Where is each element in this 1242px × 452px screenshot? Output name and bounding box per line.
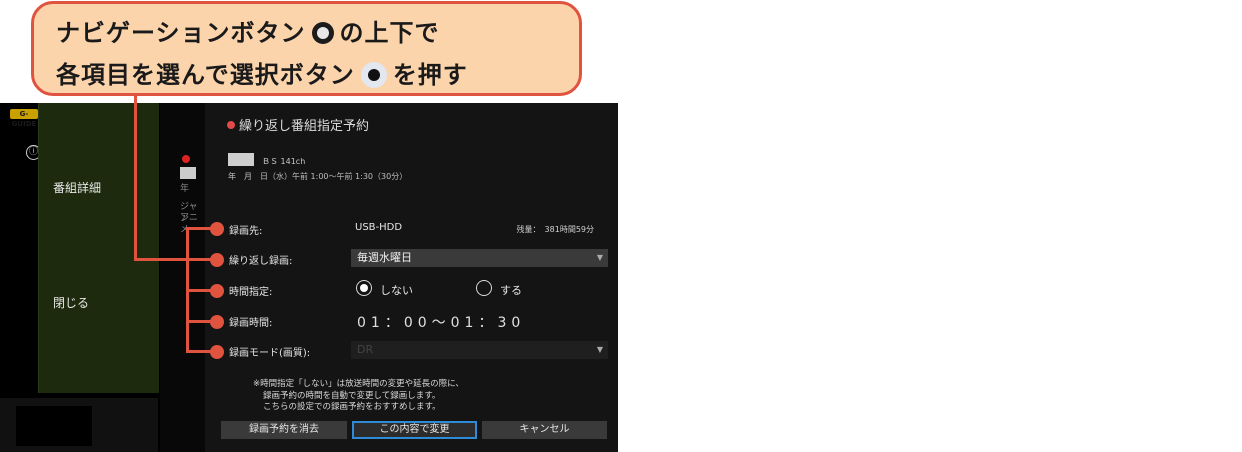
broadcast-date: 年 月 日（水）午前 1:00〜午前 1:30（30分）: [228, 172, 408, 181]
delete-reservation-button[interactable]: 録画予約を消去: [221, 421, 347, 439]
menu-item-program-detail[interactable]: 番組詳細: [53, 179, 101, 196]
navigation-button-icon: [311, 22, 334, 44]
radio-label-yes: する: [500, 284, 522, 297]
background-program-info: 年 ジャン アニメ: [160, 103, 205, 452]
bg-genre-b: アニメ: [180, 213, 198, 235]
left-bottom-strip: [0, 398, 158, 452]
background-thumbnail: [180, 167, 196, 179]
record-dot-icon: [227, 121, 235, 129]
callout-connector: [134, 258, 214, 261]
dialog-title: 繰り返し番組指定予約: [227, 115, 369, 134]
record-time-value[interactable]: 01：00〜01：30: [357, 312, 525, 332]
pointer-node: [210, 253, 224, 267]
apply-changes-button[interactable]: この内容で変更: [352, 421, 477, 439]
label-record-mode: 録画モード(画質):: [229, 348, 311, 359]
bg-year: 年: [180, 184, 190, 194]
callout-connector: [134, 95, 137, 260]
channel-thumbnail: [228, 153, 254, 166]
callout-line-1: ナビゲーションボタン の上下で: [56, 19, 440, 47]
remaining-capacity: 残量： 381時間59分: [516, 225, 594, 234]
pointer-node: [210, 222, 224, 236]
value-record-destination[interactable]: USB-HDD: [355, 222, 402, 233]
label-time-spec: 時間指定:: [229, 287, 273, 298]
cancel-button[interactable]: キャンセル: [482, 421, 607, 439]
radio-time-spec-yes[interactable]: [476, 280, 492, 296]
record-indicator-icon: [182, 155, 190, 163]
label-repeat-record: 繰り返し録画:: [229, 256, 293, 267]
label-record-time: 録画時間:: [229, 318, 273, 329]
repeat-record-select[interactable]: 毎週水曜日 ▼: [351, 249, 608, 267]
g-guide-logo: G-GUIDE: [10, 109, 38, 128]
pointer-node: [210, 315, 224, 329]
label-record-destination: 録画先:: [229, 226, 263, 237]
preview-box: [16, 406, 92, 446]
repeat-reservation-dialog: 繰り返し番組指定予約 ＢＳ 141ch 年 月 日（水）午前 1:00〜午前 1…: [205, 103, 618, 452]
dropdown-arrow-icon: ▼: [596, 253, 603, 262]
radio-time-spec-no[interactable]: [356, 280, 372, 296]
radio-label-no: しない: [380, 284, 413, 297]
menu-item-close[interactable]: 閉じる: [53, 294, 89, 311]
side-menu: 番組詳細 閉じる: [38, 103, 159, 393]
channel-info: ＢＳ 141ch: [262, 157, 306, 166]
time-spec-note: ※時間指定「しない」は放送時間の変更や延長の際に、 録画予約の時間を自動で変更し…: [253, 379, 464, 412]
select-button-icon: [360, 62, 387, 88]
dropdown-arrow-icon: ▼: [596, 345, 603, 354]
callout-line-2: 各項目を選んで選択ボタン を押す: [56, 61, 468, 89]
instruction-callout: ナビゲーションボタン の上下で 各項目を選んで選択ボタン を押す: [31, 1, 582, 96]
pointer-node: [210, 284, 224, 298]
pointer-node: [210, 345, 224, 359]
record-mode-select[interactable]: DR ▼: [351, 341, 608, 359]
tv-screen: G-GUIDE ⓘ 番組詳細 閉じる 年 ジャン アニメ 繰り返し番組指定予約 …: [0, 103, 618, 452]
